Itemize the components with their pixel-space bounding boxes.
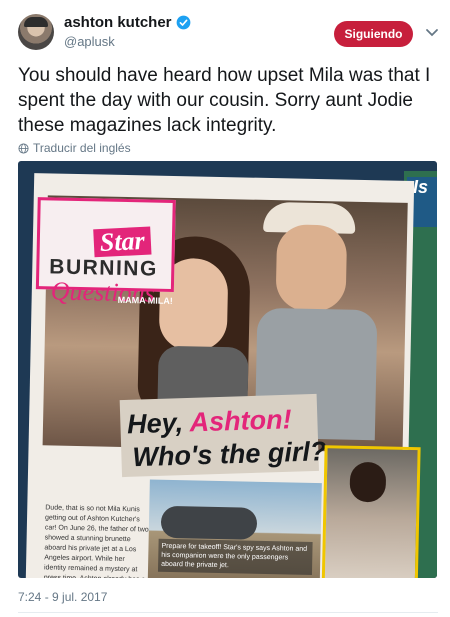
tweet-timestamp[interactable]: 7:24 - 9 jul. 2017 [18, 590, 107, 604]
author-name[interactable]: ashton kutcher [64, 14, 172, 31]
headline-name: Ashton! [189, 404, 293, 438]
verified-badge-icon [176, 15, 190, 30]
tweet-text: You should have heard how upset Mila was… [18, 65, 431, 136]
headline-line-1: Hey, Ashton! [127, 404, 292, 440]
star-logo: Star [93, 226, 152, 258]
tweet-photo[interactable]: Is Star BURNING Questions MAMA MILA! Hey… [18, 161, 437, 578]
author-name-row[interactable]: ashton kutcher [64, 14, 191, 31]
translate-link[interactable]: Traducir del inglés [18, 141, 131, 155]
chevron-down-icon[interactable] [425, 28, 439, 38]
translate-label[interactable]: Traducir del inglés [33, 141, 131, 155]
inset-person [349, 461, 387, 503]
photo-caption: Prepare for takeoff! Star's spy says Ash… [157, 538, 313, 575]
divider [18, 612, 438, 613]
man-face [275, 224, 348, 312]
magazine-page: Star BURNING Questions MAMA MILA! Hey, A… [25, 173, 421, 578]
author-handle[interactable]: @aplusk [64, 34, 115, 49]
photo-label: MAMA MILA! [117, 294, 173, 306]
avatar[interactable] [18, 14, 54, 50]
headline-line-2: Who's the girl? [131, 436, 327, 473]
following-button[interactable]: Siguiendo [334, 21, 413, 47]
headline-hey: Hey, [126, 407, 191, 440]
globe-icon [18, 142, 29, 154]
jet-shape [160, 505, 258, 540]
article-body: Dude, that is so not Mila Kunis getting … [43, 504, 149, 578]
burning-questions-box: Star BURNING Questions [35, 197, 176, 308]
